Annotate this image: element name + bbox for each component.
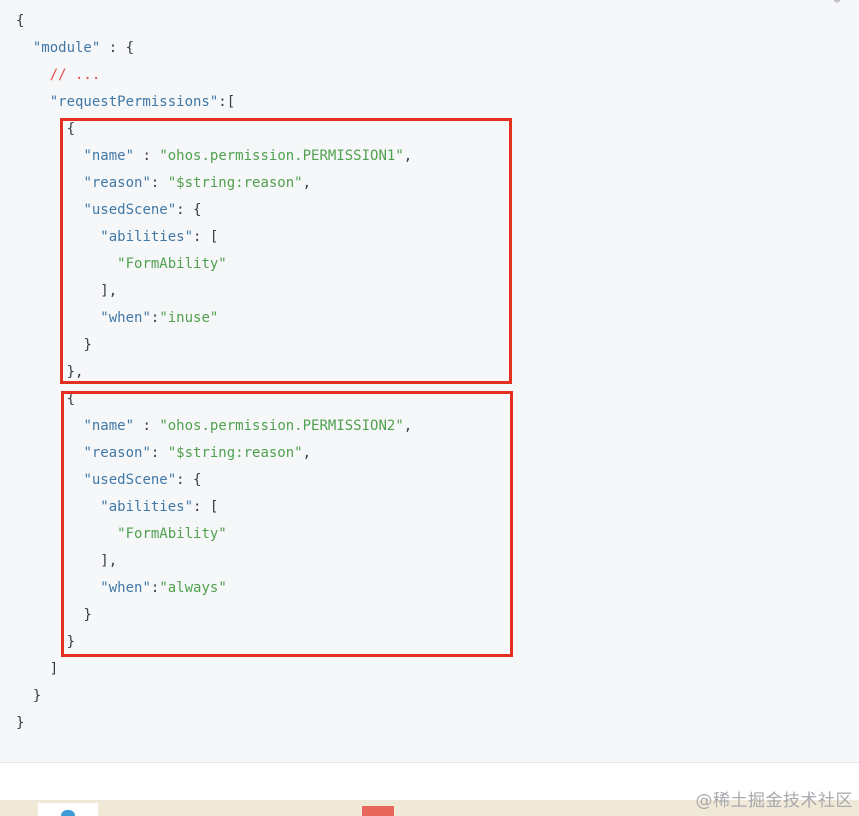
- json-key: "when": [100, 310, 151, 326]
- json-punct: {: [16, 13, 25, 29]
- json-punct: : [: [193, 499, 219, 515]
- json-key: "abilities": [100, 499, 194, 515]
- code-line: {: [16, 8, 412, 35]
- code-line: ],: [16, 548, 412, 575]
- json-punct: }: [83, 337, 92, 353]
- json-punct: }: [83, 607, 92, 623]
- json-key: "usedScene": [83, 202, 177, 218]
- code-line: "when":"inuse": [16, 305, 412, 332]
- code-line: }: [16, 602, 412, 629]
- json-key: "abilities": [100, 229, 194, 245]
- code-line: }: [16, 332, 412, 359]
- json-punct: :: [134, 418, 160, 434]
- json-string: "$string:reason": [167, 175, 303, 191]
- json-punct: {: [66, 391, 76, 407]
- json-punct: : [: [193, 229, 219, 245]
- json-key: "name": [83, 418, 135, 434]
- json-key: "when": [100, 580, 151, 596]
- code-block-panel: ✱ { "module" : { // ... "requestPermissi…: [0, 0, 859, 763]
- json-key: "module": [32, 40, 101, 56]
- watermark: @稀土掘金技术社区: [695, 791, 853, 811]
- json-punct: ,: [403, 148, 413, 164]
- json-punct: ],: [100, 553, 118, 569]
- code-line: "reason": "$string:reason",: [16, 170, 412, 197]
- code-line: "usedScene": {: [16, 197, 412, 224]
- json-punct: },: [66, 364, 84, 380]
- json-punct: : {: [176, 472, 202, 488]
- code-line: "usedScene": {: [16, 467, 412, 494]
- json-punct: ]: [49, 661, 59, 677]
- json-punct: ,: [302, 445, 312, 461]
- json-key: "usedScene": [83, 472, 177, 488]
- json-string: "always": [159, 580, 227, 596]
- code-line: }: [16, 629, 412, 656]
- json-punct: }: [16, 715, 25, 731]
- code-line: "module" : {: [16, 35, 412, 62]
- code-line: "FormAbility": [16, 521, 412, 548]
- json-punct: {: [66, 121, 76, 137]
- code-line: {: [16, 386, 412, 413]
- code-line: ],: [16, 278, 412, 305]
- code-line: // ...: [16, 62, 412, 89]
- json-key: "name": [83, 148, 135, 164]
- code-line: "name" : "ohos.permission.PERMISSION1",: [16, 143, 412, 170]
- code-line: },: [16, 359, 412, 386]
- code-line: "when":"always": [16, 575, 412, 602]
- json-punct: }: [32, 688, 42, 704]
- json-punct: :: [134, 148, 160, 164]
- json-string: "inuse": [159, 310, 219, 326]
- json-key: "reason": [83, 445, 151, 461]
- code-line: "requestPermissions":[: [16, 89, 412, 116]
- code-line: "abilities": [: [16, 224, 412, 251]
- code-line: "FormAbility": [16, 251, 412, 278]
- code-line: }: [16, 683, 412, 710]
- json-punct: :: [150, 175, 168, 191]
- json-string: "FormAbility": [117, 526, 227, 542]
- json-punct: ,: [302, 175, 312, 191]
- json-string: "$string:reason": [167, 445, 303, 461]
- code-line: }: [16, 710, 412, 737]
- code-line: ]: [16, 656, 412, 683]
- taskbar-app-icon: [61, 810, 75, 816]
- copy-icon[interactable]: ✱: [829, 0, 845, 5]
- code-line: "reason": "$string:reason",: [16, 440, 412, 467]
- code-line: "abilities": [: [16, 494, 412, 521]
- json-punct: : {: [176, 202, 202, 218]
- code-comment: // ...: [49, 67, 101, 83]
- code-line: {: [16, 116, 412, 143]
- json-key: "requestPermissions": [49, 94, 219, 110]
- json-punct: }: [66, 634, 76, 650]
- json-punct: ],: [100, 283, 118, 299]
- json-punct: :: [150, 445, 168, 461]
- json-punct: ,: [403, 418, 413, 434]
- json-string: "FormAbility": [117, 256, 227, 272]
- code-line: "name" : "ohos.permission.PERMISSION2",: [16, 413, 412, 440]
- taskbar-item-red[interactable]: [362, 806, 394, 816]
- json-key: "reason": [83, 175, 151, 191]
- json-code: { "module" : { // ... "requestPermission…: [16, 8, 412, 737]
- json-punct: :[: [218, 94, 236, 110]
- json-string: "ohos.permission.PERMISSION2": [159, 418, 404, 434]
- json-punct: : {: [100, 40, 135, 56]
- json-string: "ohos.permission.PERMISSION1": [159, 148, 404, 164]
